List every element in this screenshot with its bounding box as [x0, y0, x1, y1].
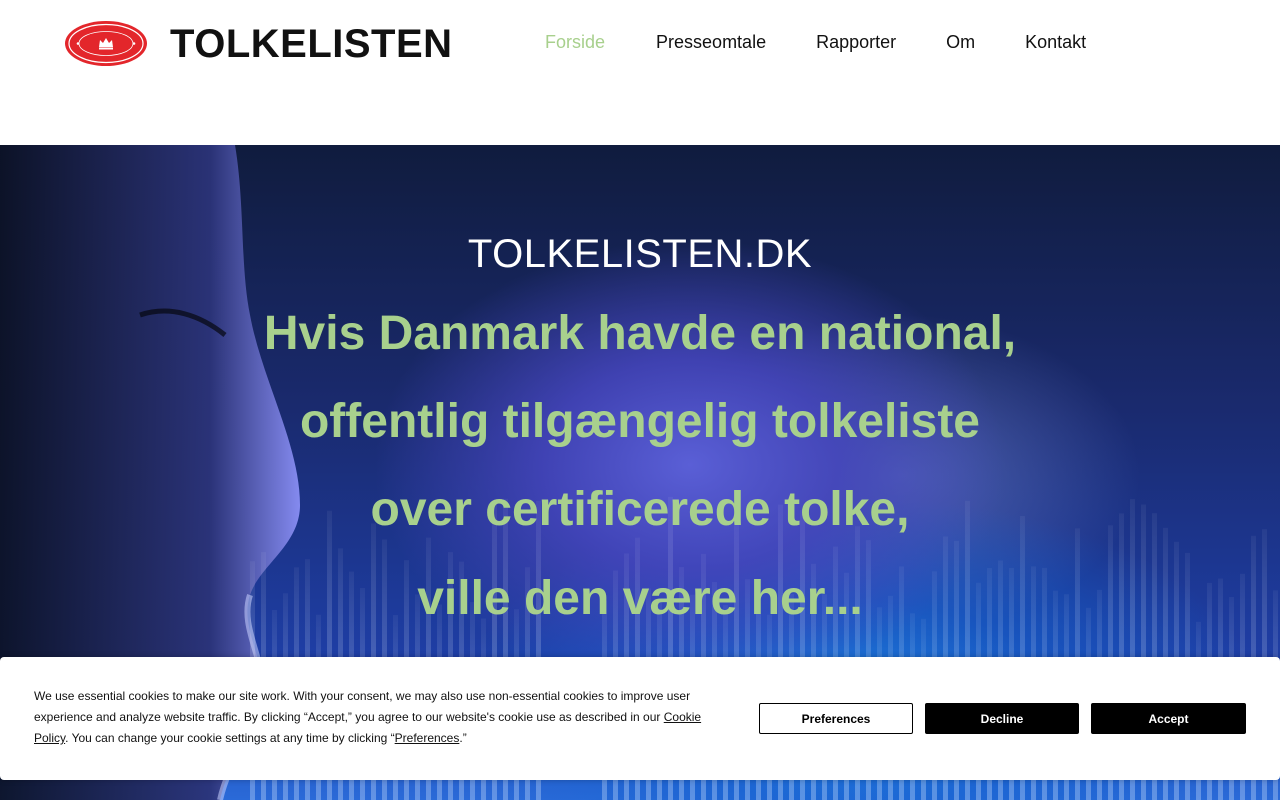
hero-headline-line-2: offentlig tilgængelig tolkeliste [299, 395, 980, 448]
hero-headline-line-4: ville den være her... [417, 572, 863, 625]
cookie-notice-text: We use essential cookies to make our sit… [34, 686, 724, 749]
cookie-text-part-1: We use essential cookies to make our sit… [34, 689, 691, 724]
hero-headline-line-3: over certificerede tolke, [370, 483, 910, 536]
hero-subtitle: TOLKELISTEN.DK [467, 232, 813, 276]
nav-item-om[interactable]: Om [946, 30, 975, 54]
main-nav: Forside Presseomtale Rapporter Om Kontak… [545, 30, 1086, 54]
site-header: TOLKELISTEN Forside Presseomtale Rapport… [0, 0, 1280, 145]
site-title[interactable]: TOLKELISTEN [170, 20, 453, 68]
nav-item-presseomtale[interactable]: Presseomtale [656, 30, 766, 54]
cookie-banner: We use essential cookies to make our sit… [0, 657, 1280, 780]
hero-headline-line-1: Hvis Danmark havde en national, [263, 307, 1017, 360]
preferences-button[interactable]: Preferences [759, 703, 913, 734]
logo-seal-icon[interactable] [64, 20, 148, 67]
cookie-text-part-3: .” [459, 731, 467, 745]
nav-item-kontakt[interactable]: Kontakt [1025, 30, 1086, 54]
cookie-text-part-2: . You can change your cookie settings at… [65, 731, 395, 745]
decline-button[interactable]: Decline [925, 703, 1079, 734]
nav-item-forside[interactable]: Forside [545, 30, 605, 54]
accept-button[interactable]: Accept [1091, 703, 1246, 734]
preferences-link[interactable]: Preferences [395, 731, 460, 745]
nav-item-rapporter[interactable]: Rapporter [816, 30, 896, 54]
